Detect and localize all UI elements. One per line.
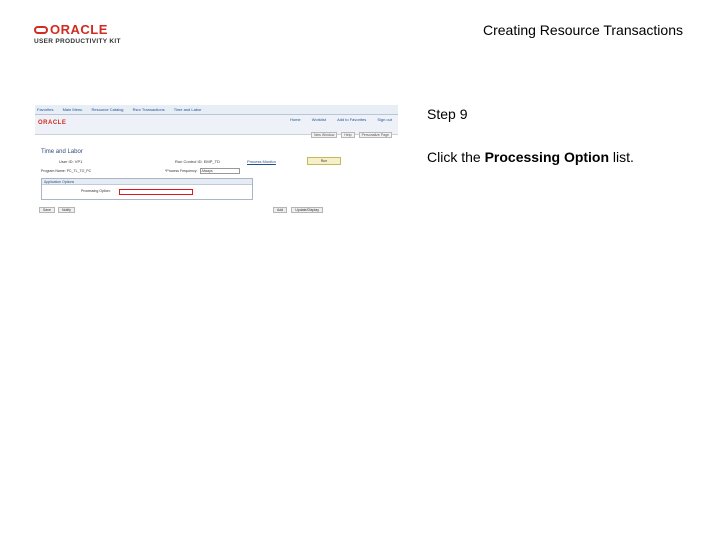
frequency-select[interactable]: Always [200, 168, 241, 174]
frequency-label: *Process Frequency: [165, 168, 198, 173]
link-worklist[interactable]: Worklist [312, 117, 326, 122]
user-id-value: VP1 [74, 159, 83, 164]
bottom-right-buttons: Add Update/Display [273, 207, 326, 213]
step-title: Step 9 [427, 106, 468, 122]
step-instruction: Click the Processing Option list. [427, 149, 634, 165]
program-name-label: Program Name: [41, 169, 66, 173]
crumb-resource-catalog[interactable]: Resource Catalog [92, 107, 124, 112]
bottom-left-buttons: Save Notify [39, 207, 77, 213]
frequency-value: Always [201, 169, 213, 173]
process-monitor-link[interactable]: Process Monitor [247, 159, 276, 164]
document-title: Creating Resource Transactions [483, 22, 683, 38]
update-display-button[interactable]: Update/Display [291, 207, 323, 213]
page-heading: Time and Labor [41, 149, 83, 155]
notify-button[interactable]: Notify [57, 207, 75, 213]
frequency-row: *Process Frequency: Always [165, 168, 241, 174]
instruction-prefix: Click the [427, 149, 485, 165]
instruction-target: Processing Option [484, 149, 610, 165]
program-name-row: Program Name: PC_TL_TO_PC [41, 169, 91, 173]
link-add-favorites[interactable]: Add to Favorites [337, 117, 366, 122]
crumb-favorites[interactable]: Favorites [37, 107, 53, 112]
highlight-box [119, 189, 193, 195]
run-button[interactable]: Run [307, 157, 341, 165]
embedded-screenshot: Favorites Main Menu Resource Catalog Rsr… [35, 105, 398, 215]
logo-subtitle: USER PRODUCTIVITY KIT [34, 38, 121, 45]
logo-word: ORACLE [50, 22, 108, 37]
crumb-rsrc-transactions[interactable]: Rsrc Transactions [133, 107, 165, 112]
crumb-main-menu[interactable]: Main Menu [63, 107, 83, 112]
program-name-value: PC_TL_TO_PC [66, 169, 92, 173]
add-button[interactable]: Add [273, 207, 288, 213]
link-sign-out[interactable]: Sign out [377, 117, 392, 122]
run-control-row: Run Control ID: EMP_TD [175, 159, 220, 164]
oracle-ring-icon [34, 26, 48, 34]
panel-title: Application Options [42, 179, 252, 185]
instruction-suffix: list. [609, 149, 634, 165]
save-button[interactable]: Save [39, 207, 55, 213]
nav-links: Home Worklist Add to Favorites Sign out [280, 117, 392, 122]
breadcrumb-bar: Favorites Main Menu Resource Catalog Rsr… [35, 105, 398, 115]
crumb-time-labor[interactable]: Time and Labor [174, 107, 202, 112]
utility-links: New Window Help Personalize Page [308, 132, 392, 138]
user-id-row: User ID: VP1 [59, 159, 82, 164]
app-brand: ORACLE [38, 120, 67, 126]
user-id-label: User ID: [59, 159, 74, 164]
link-home[interactable]: Home [290, 117, 301, 122]
oracle-upk-logo: ORACLE USER PRODUCTIVITY KIT [34, 22, 130, 48]
run-control-value: EMP_TD [203, 159, 220, 164]
processing-option-label: Processing Option: [81, 189, 111, 193]
personalize-link[interactable]: Personalize Page [358, 132, 392, 138]
help-link[interactable]: Help [341, 132, 355, 138]
new-window-link[interactable]: New Window [310, 132, 338, 138]
run-control-label: Run Control ID: [175, 159, 203, 164]
breadcrumb: Favorites Main Menu Resource Catalog Rsr… [37, 107, 210, 112]
